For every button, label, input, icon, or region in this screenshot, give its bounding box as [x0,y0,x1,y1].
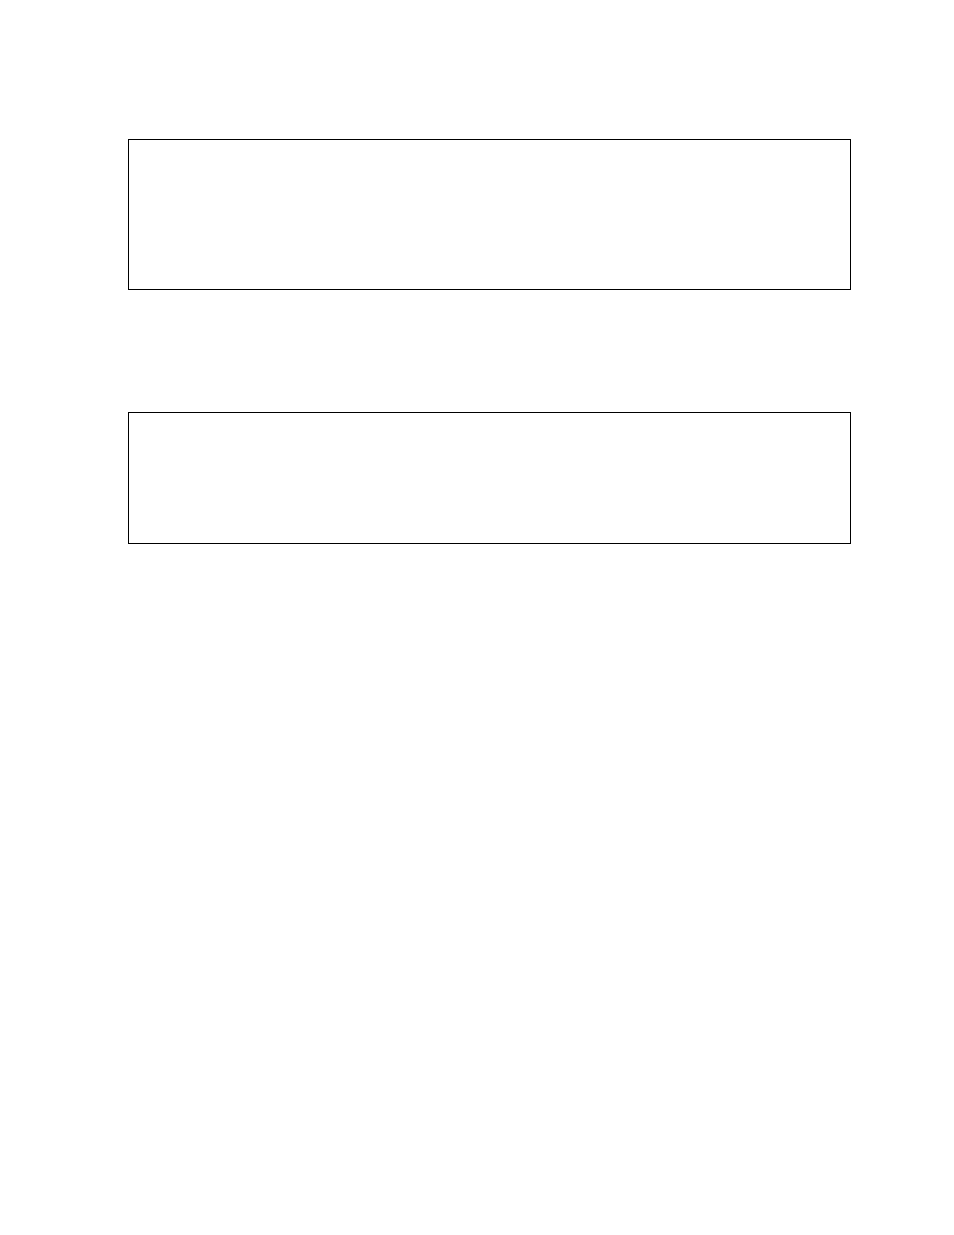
content-box [128,412,851,544]
content-box [128,139,851,290]
